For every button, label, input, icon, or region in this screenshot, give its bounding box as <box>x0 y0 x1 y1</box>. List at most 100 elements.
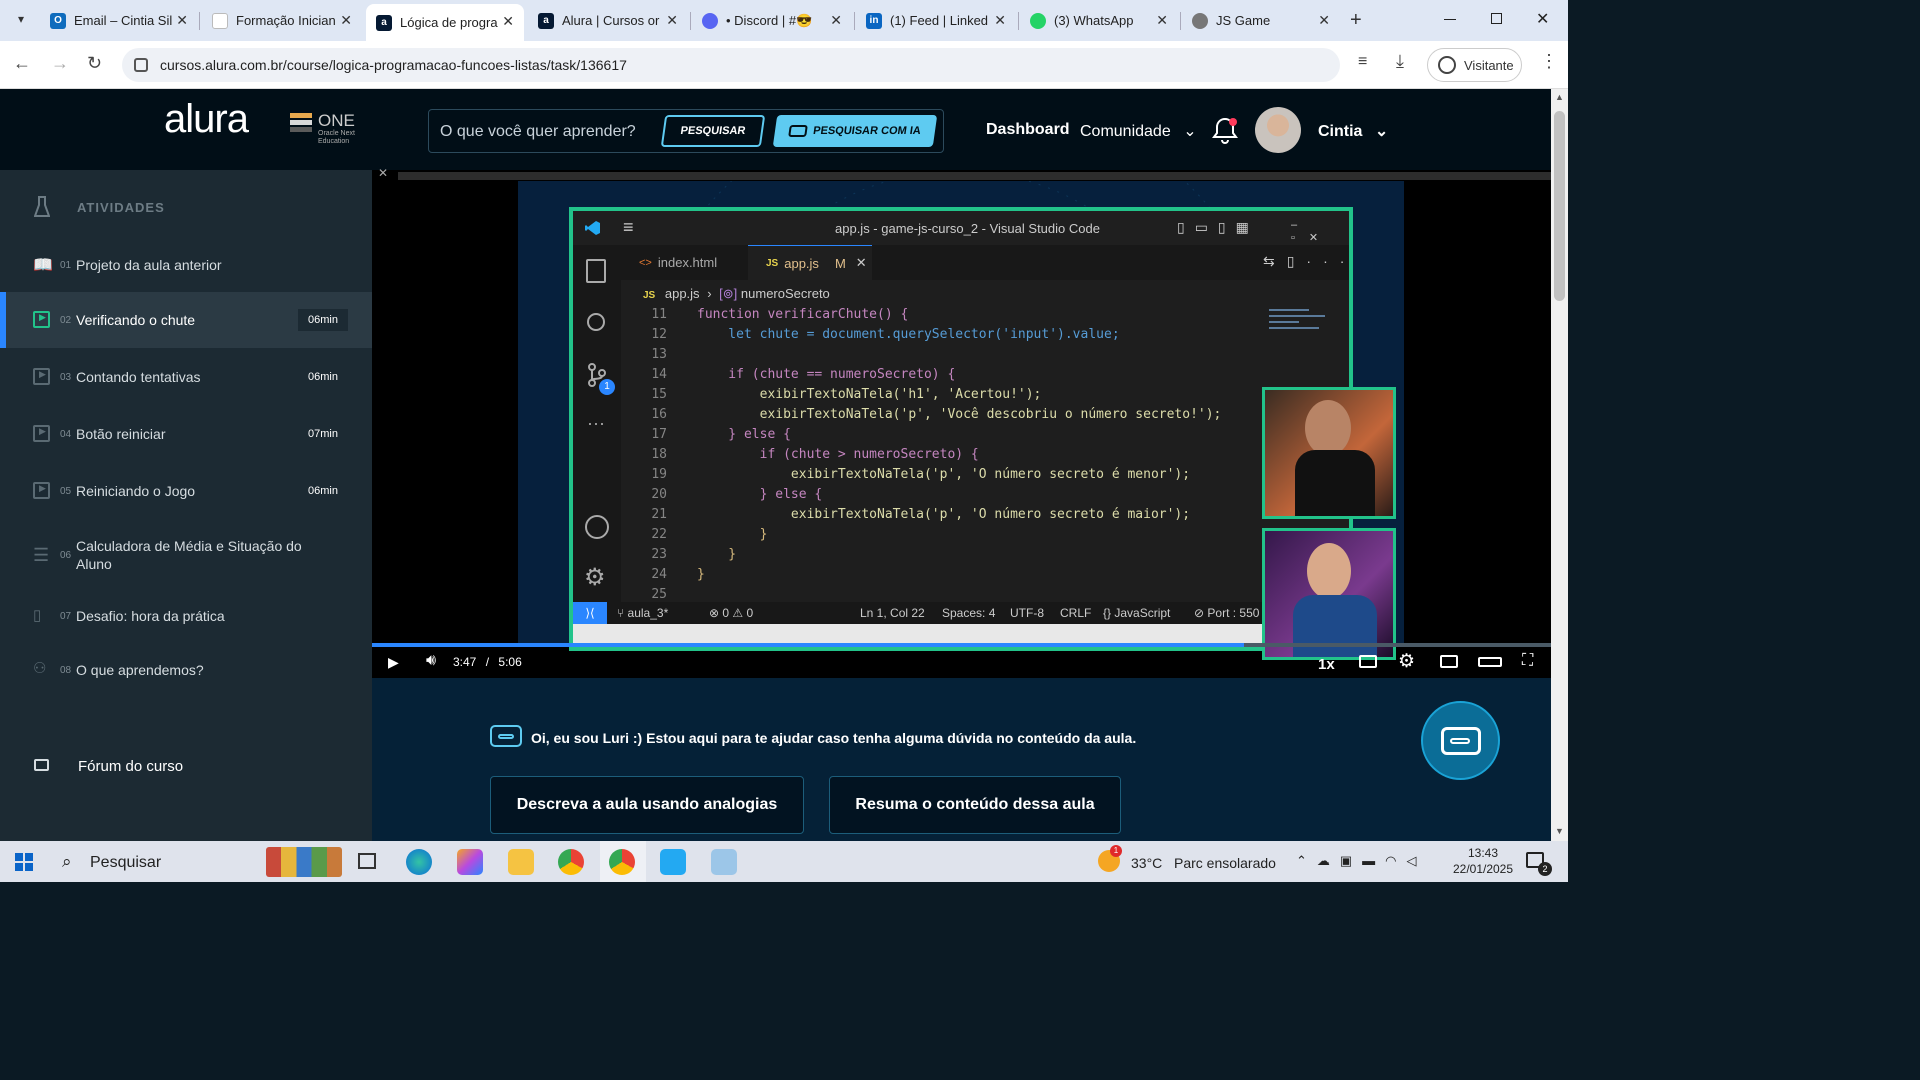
layout-icons[interactable]: ▯▭▯▦ <box>1177 219 1259 236</box>
problems-item[interactable]: ⊗ 0 ⚠ 0 <box>709 606 753 620</box>
browser-tab[interactable]: JS Game ✕ <box>1182 6 1340 35</box>
code-line[interactable]: 24} <box>627 565 704 585</box>
code-line[interactable]: 19 exibirTextoNaTela('p', 'O número secr… <box>627 465 1190 485</box>
url-field[interactable]: cursos.alura.com.br/course/logica-progra… <box>122 48 1340 82</box>
close-icon[interactable]: ✕ <box>856 255 867 271</box>
chrome-icon[interactable] <box>609 849 635 875</box>
vscode-icon[interactable] <box>660 849 686 875</box>
browser-tab[interactable]: a Alura | Cursos or ✕ <box>528 6 688 35</box>
download-icon[interactable]: ⤓ <box>1396 51 1404 72</box>
edge-icon[interactable] <box>406 849 432 875</box>
remote-icon[interactable]: ⟩⟨ <box>573 602 607 624</box>
code-line[interactable]: 17 } else { <box>627 425 791 445</box>
code-line[interactable]: 13 <box>627 345 697 365</box>
sidebar-item-verificando[interactable]: ▶ 02 Verificando o chute 06min <box>0 292 372 348</box>
forum-link[interactable]: Fórum do curso <box>34 756 334 780</box>
code-editor[interactable]: 11 function verificarChute() {12 let chut… <box>573 305 1349 602</box>
windows-start-icon[interactable] <box>15 853 33 871</box>
browser-tab[interactable]: O Email – Cintia Sil ✕ <box>40 6 198 35</box>
pip-icon[interactable] <box>1440 655 1458 668</box>
user-menu[interactable]: Cintia ⌄ <box>1318 121 1388 141</box>
sidebar-item-calculadora[interactable]: ☰ 06 Calculadora de Média e Situação do … <box>0 525 372 591</box>
window-controls[interactable]: –▫✕ <box>1291 219 1349 244</box>
fullscreen-icon[interactable]: ⛶ <box>1522 652 1533 670</box>
settings-gear-icon[interactable]: ⚙ <box>1398 650 1415 673</box>
system-tray-icons[interactable]: ⌃☁▣▬◠◁ <box>1296 853 1427 869</box>
avatar[interactable] <box>1255 107 1301 153</box>
sidebar-item-projeto[interactable]: 📖 01 Projeto da aula anterior <box>0 237 372 293</box>
weather-widget[interactable]: 1 33°C Parc ensolarado <box>1098 845 1288 877</box>
profile-button[interactable]: Visitante <box>1427 48 1522 82</box>
tab-list-icon[interactable]: ▾ <box>10 8 32 30</box>
sidebar-item-desafio[interactable]: ▯ 07 Desafio: hora da prática <box>0 588 372 644</box>
menu-icon[interactable]: ≡ <box>623 217 634 238</box>
browser-tab[interactable]: in (1) Feed | Linked ✕ <box>856 6 1016 35</box>
analogies-button[interactable]: Descreva a aula usando analogias <box>490 776 804 834</box>
search-button[interactable]: PESQUISAR <box>660 115 766 147</box>
maximize-icon[interactable] <box>1491 13 1502 24</box>
code-line[interactable]: 21 exibirTextoNaTela('p', 'O número secr… <box>627 505 1190 525</box>
code-line[interactable]: 15 exibirTextoNaTela('h1', 'Acertou!'); <box>627 385 1041 405</box>
branch-item[interactable]: ⑂ aula_3* <box>617 606 668 620</box>
collapse-sidebar-icon[interactable]: ✕ <box>378 166 388 180</box>
close-icon[interactable]: ✕ <box>176 12 188 29</box>
captions-icon[interactable] <box>1359 655 1377 668</box>
play-icon[interactable]: ▶ <box>388 654 399 671</box>
encoding[interactable]: UTF-8 <box>1010 606 1044 620</box>
summarize-button[interactable]: Resuma o conteúdo dessa aula <box>829 776 1121 834</box>
luri-chat-button[interactable] <box>1421 701 1500 780</box>
notification-bell-icon[interactable] <box>1212 116 1238 144</box>
close-icon[interactable]: ✕ <box>994 12 1006 29</box>
browser-tab[interactable]: Formação Inician ✕ <box>202 6 362 35</box>
language-mode[interactable]: {} JavaScript <box>1103 606 1170 620</box>
sidebar-item-reiniciando[interactable]: ▶ 05 Reiniciando o Jogo 06min <box>0 463 372 519</box>
indentation[interactable]: Spaces: 4 <box>942 606 995 620</box>
close-icon[interactable]: ✕ <box>1318 12 1330 29</box>
forward-icon[interactable]: → <box>51 53 69 74</box>
live-server-port[interactable]: ⊘ Port : 550 <box>1194 606 1259 620</box>
close-icon[interactable]: ✕ <box>666 12 678 29</box>
search-box[interactable]: O que você quer aprender? PESQUISAR PESQ… <box>428 109 944 153</box>
volume-icon[interactable]: 🔊︎ <box>426 652 436 670</box>
task-view-icon[interactable] <box>358 853 376 869</box>
community-menu[interactable]: Comunidade ⌄ <box>1080 121 1197 141</box>
alura-logo[interactable]: alura <box>164 97 249 142</box>
app-icon[interactable] <box>711 849 737 875</box>
compare-icon[interactable]: ⇆▯··· <box>1263 253 1356 270</box>
close-icon[interactable]: ✕ <box>830 12 842 29</box>
code-line[interactable]: 16 exibirTextoNaTela('p', 'Você descobri… <box>627 405 1221 425</box>
code-line[interactable]: 12 let chute = document.querySelector('i… <box>627 325 1119 345</box>
tab-app-js[interactable]: JS app.js M ✕ <box>748 245 872 280</box>
close-icon[interactable]: ✕ <box>502 13 514 30</box>
file-explorer-icon[interactable] <box>508 849 534 875</box>
eol[interactable]: CRLF <box>1060 606 1091 620</box>
scrollbar-thumb[interactable] <box>1554 111 1565 301</box>
dashboard-link[interactable]: Dashboard <box>986 121 1070 139</box>
code-line[interactable]: 18 if (chute > numeroSecreto) { <box>627 445 978 465</box>
close-icon[interactable]: ✕ <box>1156 12 1168 29</box>
cursor-position[interactable]: Ln 1, Col 22 <box>860 606 925 620</box>
browser-tab[interactable]: (3) WhatsApp ✕ <box>1020 6 1178 35</box>
clock[interactable]: 13:43 22/01/2025 <box>1452 845 1514 877</box>
theater-mode-icon[interactable] <box>1478 657 1502 667</box>
minimize-icon[interactable] <box>1444 19 1456 20</box>
code-line[interactable]: 22 } <box>627 525 767 545</box>
chrome-icon[interactable] <box>558 849 584 875</box>
browser-tab-active[interactable]: a Lógica de progra ✕ <box>366 4 524 41</box>
search-input[interactable]: O que você quer aprender? <box>440 123 636 141</box>
search-ai-button[interactable]: PESQUISAR COM IA <box>772 115 938 147</box>
copilot-icon[interactable] <box>457 849 483 875</box>
sidebar-item-contando[interactable]: ▶ 03 Contando tentativas 06min <box>0 349 372 405</box>
code-line[interactable]: 11 function verificarChute() { <box>627 305 908 325</box>
code-line[interactable]: 20 } else { <box>627 485 822 505</box>
new-tab-icon[interactable]: + <box>1350 9 1362 32</box>
playback-speed[interactable]: 1x <box>1318 656 1335 673</box>
sidebar-item-aprendemos[interactable]: ⚇ 08 O que aprendemos? <box>0 642 372 698</box>
browser-tab[interactable]: • Discord | #😎 ✕ <box>692 6 852 35</box>
explorer-icon[interactable] <box>586 259 606 283</box>
media-control-icon[interactable]: ≡ <box>1358 53 1367 71</box>
sidebar-item-botao[interactable]: ▶ 04 Botão reiniciar 07min <box>0 406 372 462</box>
more-menu-icon[interactable]: ⋮ <box>1540 51 1558 72</box>
window-close-icon[interactable]: ✕ <box>1536 9 1549 29</box>
close-icon[interactable]: ✕ <box>340 12 352 29</box>
